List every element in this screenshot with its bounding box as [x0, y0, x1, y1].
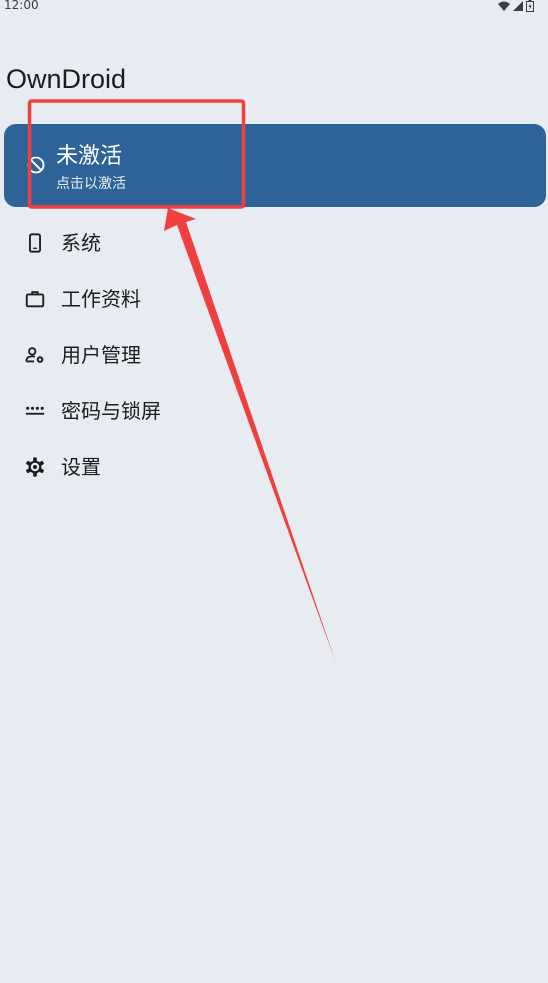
menu-item-label: 系统 [61, 231, 101, 255]
block-icon [27, 156, 45, 174]
briefcase-icon [25, 291, 45, 308]
app-title: OwnDroid [6, 64, 127, 94]
battery-icon [526, 0, 534, 12]
menu-item-system[interactable]: 系统 [0, 214, 548, 270]
wifi-icon [498, 1, 510, 11]
menu-item-settings[interactable]: 设置 [0, 438, 548, 494]
activation-status-title: 未激活 [56, 144, 123, 169]
menu-item-password-lockscreen[interactable]: 密码与锁屏 [0, 382, 548, 438]
settings-icon [26, 457, 44, 477]
menu-item-work-profile[interactable]: 工作资料 [0, 270, 548, 326]
status-icons [498, 0, 534, 12]
activation-status-subtitle: 点击以激活 [56, 176, 126, 192]
status-time: 12:00 [4, 0, 39, 12]
password-icon [25, 406, 45, 415]
phone-icon [29, 233, 41, 253]
main-menu: 系统 工作资料 用户管理 密码与锁屏 设置 [0, 214, 548, 494]
activation-status-card[interactable]: 未激活 点击以激活 [4, 124, 546, 207]
menu-item-label: 用户管理 [61, 343, 141, 367]
signal-icon [513, 1, 523, 11]
manage-accounts-icon [25, 347, 44, 363]
menu-item-user-management[interactable]: 用户管理 [0, 326, 548, 382]
status-bar: 12:00 [0, 0, 548, 14]
menu-item-label: 工作资料 [61, 287, 141, 311]
menu-item-label: 密码与锁屏 [61, 399, 161, 423]
menu-item-label: 设置 [61, 455, 101, 479]
